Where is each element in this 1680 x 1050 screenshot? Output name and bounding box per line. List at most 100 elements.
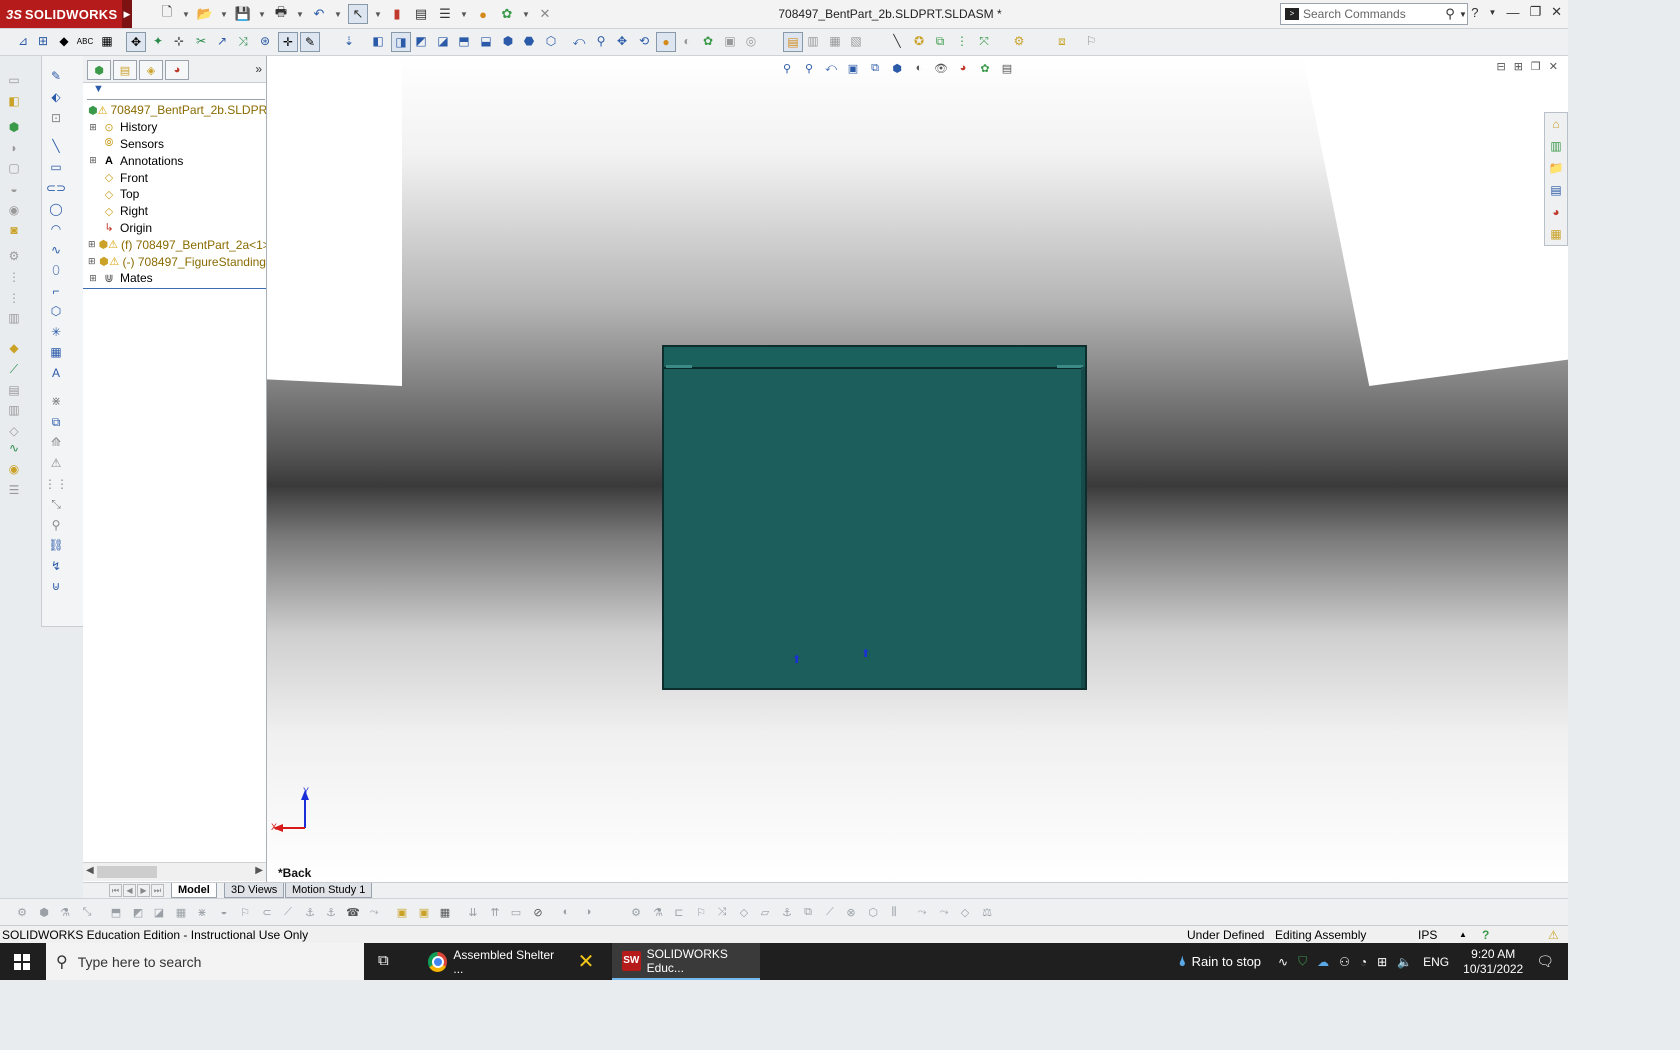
bottom-tool-35-icon[interactable]: ⧉ (800, 904, 816, 920)
tab-model[interactable]: Model (171, 883, 217, 898)
instant3d-icon[interactable]: ▤ (6, 382, 22, 398)
viewport-close-icon[interactable]: ✕ (1549, 60, 1558, 73)
bottom-tool-27-icon[interactable]: ⚙ (628, 904, 644, 920)
taskbar-app-solidworks[interactable]: SW SOLIDWORKS Educ... (612, 943, 760, 980)
smart-dimension-icon[interactable]: ⊿ (14, 32, 32, 50)
view-right-icon[interactable]: ◪ (434, 32, 452, 50)
view-palette-icon[interactable]: ▤ (1545, 179, 1567, 201)
exploded-view-icon[interactable]: ⧈ (1053, 32, 1071, 50)
model-view-icon[interactable]: ▥ (804, 32, 822, 50)
status-units[interactable]: IPS (1418, 928, 1437, 942)
tree-rollback-bar[interactable] (83, 288, 266, 289)
format-painter-icon[interactable]: ▦ (98, 32, 116, 50)
bottom-tool-22-icon[interactable]: ⇈ (487, 904, 503, 920)
move-entities-icon[interactable]: ⤡ (48, 496, 64, 512)
display-style-icon[interactable]: ◐ (911, 60, 927, 76)
dome-icon[interactable]: ☰ (6, 482, 22, 498)
bottom-tool-7-icon[interactable]: ◪ (151, 904, 167, 920)
view-top-icon[interactable]: ⬒ (455, 32, 473, 50)
offset-entities-icon[interactable]: ⟰ (48, 434, 64, 450)
print-dropdown-icon[interactable]: ▼ (296, 10, 304, 19)
view-front-icon[interactable]: ◧ (369, 32, 387, 50)
revolve-boss-icon[interactable]: ◧ (6, 93, 22, 109)
trim-entities-icon[interactable]: ⋇ (48, 393, 64, 409)
rib-icon[interactable]: ▥ (6, 402, 22, 418)
open-dropdown-icon[interactable]: ▼ (220, 10, 228, 19)
scene-icon[interactable]: ✿ (498, 5, 516, 23)
custom-properties-icon[interactable]: ▦ (1545, 223, 1567, 245)
bottom-tool-43-icon[interactable]: ⚖ (979, 904, 995, 920)
undo-icon[interactable]: ↶ (310, 5, 328, 23)
save-icon[interactable]: 💾 (234, 5, 252, 23)
close-document-icon[interactable]: ✕ (536, 5, 554, 23)
close-icon[interactable]: ✕ (1551, 4, 1562, 20)
snap-icon[interactable]: ✥ (126, 32, 146, 52)
tray-battery-icon[interactable]: ◔ (1360, 955, 1367, 969)
bottom-tool-3-icon[interactable]: ⚗ (57, 904, 73, 920)
rapid-sketch-icon[interactable]: ✎ (300, 32, 320, 52)
input-language[interactable]: ENG (1423, 955, 1449, 969)
pan-icon[interactable]: ✥ (613, 32, 631, 50)
rotate-icon[interactable]: ⟲ (635, 32, 653, 50)
taskbar-app-chrome[interactable]: Assembled Shelter ... (418, 943, 564, 980)
bottom-tool-36-icon[interactable]: ⟋ (822, 904, 838, 920)
print-icon[interactable]: 🖶 (272, 4, 290, 23)
tile-view-icon[interactable]: ⊞ (1514, 60, 1523, 73)
projected-view-icon[interactable]: ▦ (826, 32, 844, 50)
shelter-model[interactable]: ⬆ ⬆ (662, 345, 1087, 690)
bottom-tool-32-icon[interactable]: ◇ (736, 904, 752, 920)
search-dropdown-icon[interactable]: ▼ (1459, 10, 1467, 19)
bottom-tool-39-icon[interactable]: ⫼ (886, 904, 902, 920)
tree-item-history[interactable]: ⊞ ⊙ History (83, 119, 266, 136)
bottom-tool-42-icon[interactable]: ◇ (957, 904, 973, 920)
view-back-icon[interactable]: ◨ (391, 32, 411, 52)
taskbar-search-box[interactable]: ⚲ Type here to search (46, 943, 364, 980)
help-icon[interactable]: ? (1471, 5, 1478, 20)
bottom-tool-29-icon[interactable]: ⊏ (671, 904, 687, 920)
taskbar-app-x[interactable]: ✕ (566, 943, 612, 980)
bottom-tool-34-icon[interactable]: ⚓ (779, 904, 795, 920)
bottom-tool-21-icon[interactable]: ⇊ (465, 904, 481, 920)
tray-shield-icon[interactable]: ⛉ (1298, 954, 1307, 969)
zoom-to-fit-icon[interactable]: ⚲ (779, 60, 795, 76)
first-tab-icon[interactable]: ⏮ (109, 884, 122, 897)
graphics-area[interactable]: ⚲ ⚲ ⤺ ▣ ⧉ ⬢ ◐ 👁 ◕ ✿ ▤ ⊟ ⊞ ❐ ✕ ⌂ ▥ 📁 ▤ ◕ … (267, 56, 1568, 882)
select-pointer-icon[interactable]: ↖ (348, 4, 368, 24)
tree-item-annotations[interactable]: ⊞ A Annotations (83, 152, 266, 169)
bottom-tool-11-icon[interactable]: ⚐ (237, 904, 253, 920)
hole-table-icon[interactable]: ⊞ (34, 32, 52, 50)
previous-view-hud-icon[interactable]: ⤺ (823, 60, 839, 76)
tree-item-front-plane[interactable]: ◇ Front (83, 169, 266, 186)
hide-show-items-icon[interactable]: 👁 (933, 60, 949, 76)
circle-icon[interactable]: ◯ (48, 201, 64, 217)
slot-icon[interactable]: ⊂⊃ (46, 180, 66, 196)
configuration-manager-tab-icon[interactable]: ◈ (139, 60, 163, 80)
solidworks-logo[interactable]: 3S SOLIDWORKS (0, 0, 122, 28)
bottom-tool-2-icon[interactable]: ⬢ (36, 904, 52, 920)
sweep-icon[interactable]: ◗ (6, 140, 22, 156)
bottom-tool-16-icon[interactable]: ☎ (345, 904, 361, 920)
tab-motion-study[interactable]: Motion Study 1 (285, 883, 373, 898)
search-input[interactable]: Search Commands (1303, 7, 1441, 21)
scroll-thumb[interactable] (97, 866, 157, 878)
bottom-tool-18-icon[interactable]: ▣ (394, 904, 410, 920)
bottom-tool-14-icon[interactable]: ⚓ (302, 904, 318, 920)
trimetric-icon[interactable]: ⬡ (542, 32, 560, 50)
minimize-icon[interactable]: — (1506, 5, 1519, 20)
auxiliary-view-icon[interactable]: ▧ (847, 32, 865, 50)
tree-item-sensors[interactable]: ⦾ Sensors (83, 136, 266, 153)
filter-icon[interactable]: ▼ (93, 83, 104, 95)
trim-icon[interactable]: ✂ (192, 32, 210, 50)
next-tab-icon[interactable]: ▶ (137, 884, 150, 897)
search-commands-box[interactable]: > Search Commands ⚲ ▼ (1280, 3, 1468, 25)
view-settings-icon[interactable]: ▤ (999, 60, 1015, 76)
tree-item-origin[interactable]: ↳ Origin (83, 220, 266, 237)
zoom-to-area-icon[interactable]: ⚲ (801, 60, 817, 76)
assembly-features-icon[interactable]: ⚙ (1010, 32, 1028, 50)
taskbar-clock[interactable]: 9:20 AM 10/31/2022 (1463, 947, 1523, 977)
task-view-icon[interactable]: ⧉ (378, 952, 389, 969)
section-view-hud-icon[interactable]: ▣ (845, 60, 861, 76)
bottom-tool-17-icon[interactable]: ⤳ (366, 904, 382, 920)
reference-geometry-icon[interactable]: ◆ (6, 340, 22, 356)
drawing-view-icon[interactable]: ▤ (783, 32, 803, 52)
